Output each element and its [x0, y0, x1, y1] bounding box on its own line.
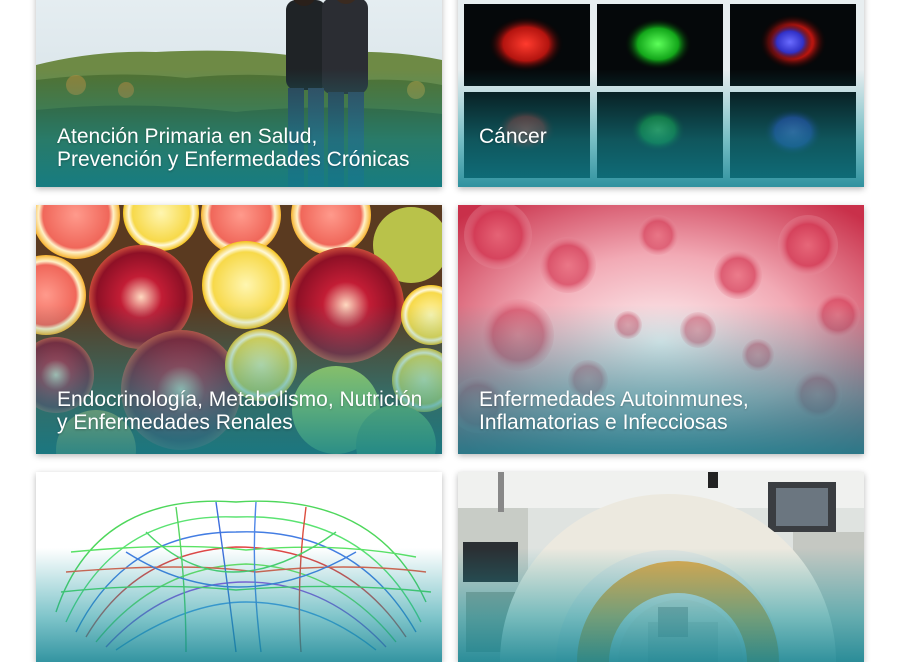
tile-label: Endocrinología, Metabolismo, Nutrición y…: [57, 388, 423, 434]
tile-atencion-primaria[interactable]: Atención Primaria en Salud, Prevención y…: [36, 0, 442, 187]
tile-label: Atención Primaria en Salud, Prevención y…: [57, 125, 410, 171]
tile-endocrinologia[interactable]: Endocrinología, Metabolismo, Nutrición y…: [36, 205, 442, 454]
tile-cancer[interactable]: Cáncer: [458, 0, 864, 187]
tile-label: Cáncer: [479, 125, 547, 148]
caption-overlay: [458, 548, 864, 662]
caption-overlay: [36, 548, 442, 662]
tile-imagen[interactable]: [458, 472, 864, 662]
tile-neurociencias[interactable]: [36, 472, 442, 662]
tile-label: Enfermedades Autoinmunes, Inflamatorias …: [479, 388, 749, 434]
tile-autoinmunes[interactable]: Enfermedades Autoinmunes, Inflamatorias …: [458, 205, 864, 454]
